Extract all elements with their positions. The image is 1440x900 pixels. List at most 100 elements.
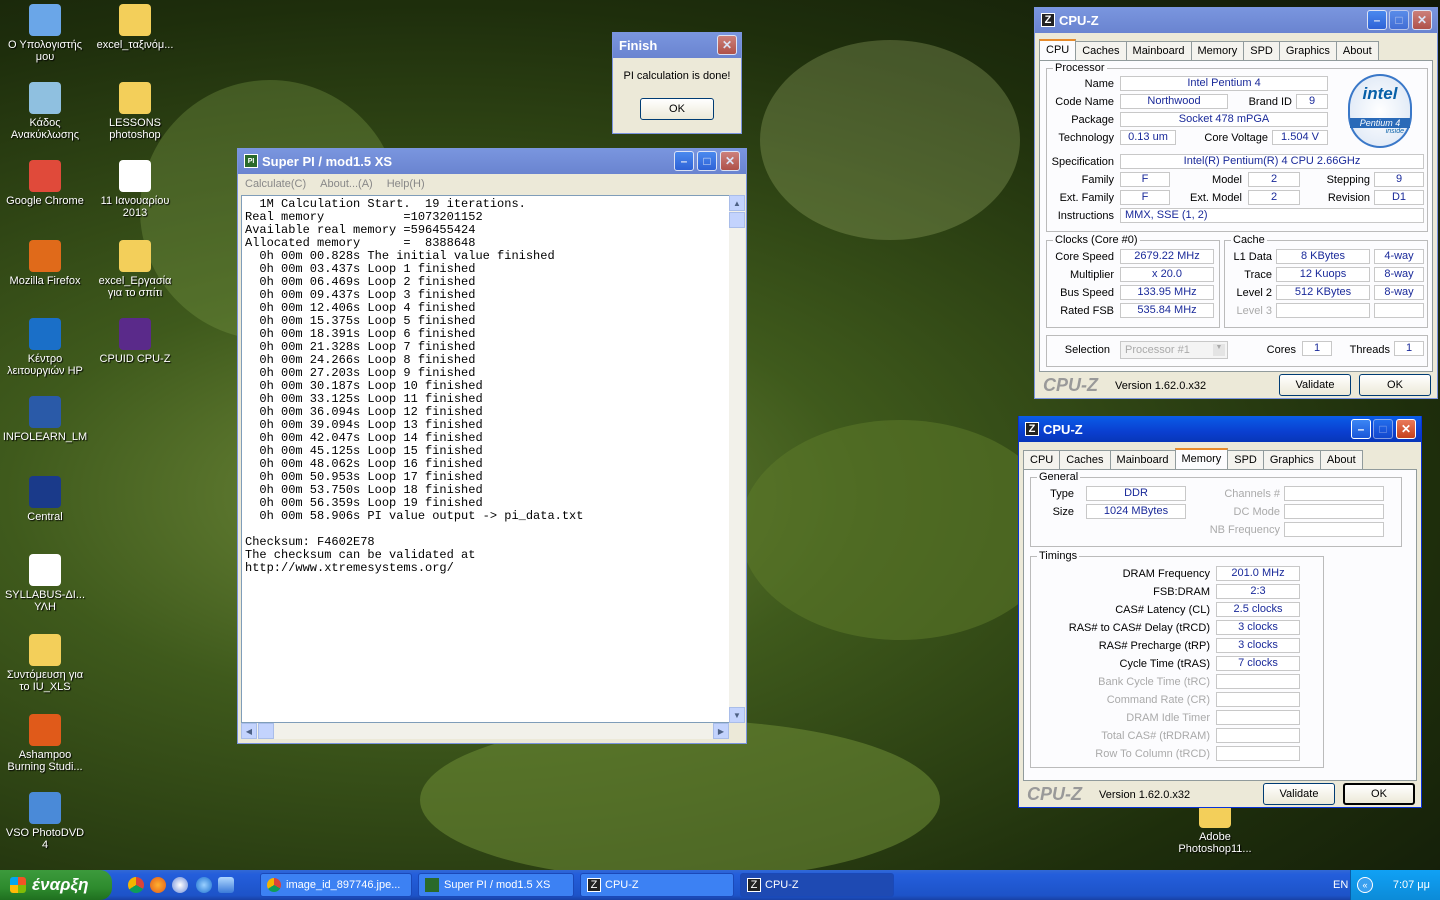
task-cpuz-1[interactable]: Z CPU-Z [580,873,734,897]
desktop-icon[interactable]: Συντόμευση για το IU_XLS [2,634,88,693]
vertical-scrollbar[interactable]: ▲ ▼ [729,195,745,723]
instructions-label: Instructions [1057,210,1114,222]
desktop-icon[interactable]: Κάδος Ανακύκλωσης [2,82,88,141]
revision-label: Revision [1327,192,1370,204]
desktop-icon[interactable]: CPUID CPU-Z [92,318,178,365]
scroll-right-icon[interactable]: ▶ [713,723,729,739]
timing-value: 2:3 [1216,584,1300,599]
desktop-icon-label: CPUID CPU-Z [99,353,171,365]
model-label: Model [1212,174,1242,186]
spec-label: Specification [1051,156,1114,168]
close-icon[interactable]: ✕ [717,35,737,55]
scroll-up-icon[interactable]: ▲ [729,195,745,211]
corevoltage-label: Core Voltage [1204,132,1268,144]
ok-button[interactable]: OK [640,98,714,120]
desktop-icon-label: VSO PhotoDVD 4 [5,827,85,851]
close-icon[interactable]: ✕ [1412,10,1432,30]
cpuz-icon: Z [587,878,601,892]
group-label: Clocks (Core #0) [1053,234,1140,246]
cpu-panel: Processor Name Intel Pentium 4 Code Name… [1039,60,1433,372]
desktop-icon-label: Mozilla Firefox [9,275,81,287]
tab-memory[interactable]: Memory [1174,448,1229,470]
firefox-icon[interactable] [150,877,166,893]
validate-button[interactable]: Validate [1263,783,1335,805]
logo-brand: intel [1362,84,1398,103]
internet-explorer-icon[interactable] [196,877,212,893]
maximize-icon[interactable]: □ [1389,10,1409,30]
tray-expand-icon[interactable]: « [1357,877,1373,893]
title-bar[interactable]: Finish ✕ [613,32,741,58]
timing-value [1216,710,1300,725]
processor-select[interactable]: Processor #1 ▼ [1120,341,1228,359]
dcmode-label: DC Mode [1233,506,1280,518]
timing-value [1216,746,1300,761]
task-cpuz-2[interactable]: Z CPU-Z [740,873,894,897]
tab-cpu[interactable]: CPU [1039,39,1077,61]
desktop-icon-label: Κέντρο λειτουργιών HP [7,353,83,377]
desktop-icon[interactable]: Mozilla Firefox [2,240,88,287]
family-label: Family [1081,174,1114,186]
desktop-icon[interactable]: Ο Υπολογιστής μου [2,4,88,63]
chrome-icon[interactable] [128,877,144,893]
maximize-icon[interactable]: □ [697,151,717,171]
l1data-value: 8 KBytes [1276,249,1370,264]
timing-value: 3 clocks [1216,638,1300,653]
foliage [760,40,1020,240]
close-icon[interactable]: ✕ [1396,419,1416,439]
desktop-icon[interactable]: 11 Ιανουαρίου 2013 [92,160,178,219]
scroll-thumb[interactable] [729,212,745,228]
scroll-left-icon[interactable]: ◀ [241,723,257,739]
timing-value [1216,728,1300,743]
cores-label: Cores [1266,344,1296,356]
start-button[interactable]: έναρξη [0,870,112,900]
foliage [740,420,1060,640]
desktop-icon[interactable]: Ashampoo Burning Studi... [2,714,88,773]
superpi-window: PI Super PI / mod1.5 XS – □ ✕ Calculate(… [237,148,747,744]
extfamily-value: F [1120,190,1170,205]
scroll-thumb[interactable] [258,723,274,739]
computer-icon [29,4,61,36]
desktop-icon-label: Συντόμευση για το IU_XLS [6,669,84,693]
title-bar[interactable]: Z CPU-Z – □ ✕ [1019,416,1421,442]
timing-value [1216,674,1300,689]
level3-value [1276,303,1370,318]
level2-label: Level 2 [1236,287,1272,299]
desktop-icon[interactable]: excel_Εργασία για το σπίτι [92,240,178,299]
desktop-icon[interactable]: Κέντρο λειτουργιών HP [2,318,88,377]
desktop-icon[interactable]: excel_ταξινόμ... [92,4,178,51]
ok-button[interactable]: OK [1359,374,1431,396]
start-label: έναρξη [32,875,89,894]
instructions-value: MMX, SSE (1, 2) [1120,208,1424,223]
trace-label: Trace [1244,269,1272,281]
title-bar[interactable]: Z CPU-Z – □ ✕ [1035,7,1437,33]
desktop-icon[interactable]: INFOLEARN_LM [2,396,88,443]
validate-button[interactable]: Validate [1279,374,1351,396]
close-icon[interactable]: ✕ [720,151,740,171]
menu-calculate[interactable]: Calculate(C) [238,178,313,190]
minimize-icon[interactable]: – [674,151,694,171]
scroll-down-icon[interactable]: ▼ [729,707,745,723]
desktop-icon[interactable]: Central [2,476,88,523]
corespeed-label: Core Speed [1055,251,1114,263]
media-player-icon[interactable] [172,877,188,893]
horizontal-scrollbar[interactable]: ◀ ▶ [241,723,729,739]
level2-value: 512 KBytes [1276,285,1370,300]
output-log[interactable]: 1M Calculation Start. 19 iterations. Rea… [241,195,730,723]
desktop-icon[interactable]: Google Chrome [2,160,88,207]
menu-about[interactable]: About...(A) [313,178,380,190]
desktop-icon[interactable]: LESSONS photoshop [92,82,178,141]
maximize-icon[interactable]: □ [1373,419,1393,439]
firefox-icon [29,240,61,272]
minimize-icon[interactable]: – [1351,419,1371,439]
minimize-icon[interactable]: – [1367,10,1387,30]
task-browser[interactable]: image_id_897746.jpe... [260,873,412,897]
show-desktop-icon[interactable] [218,877,234,893]
menu-help[interactable]: Help(H) [380,178,432,190]
type-label: Type [1050,488,1074,500]
title-bar[interactable]: PI Super PI / mod1.5 XS – □ ✕ [238,148,746,174]
task-superpi[interactable]: Super PI / mod1.5 XS [418,873,574,897]
ok-button[interactable]: OK [1343,783,1415,805]
desktop-icon[interactable]: VSO PhotoDVD 4 [2,792,88,851]
language-indicator[interactable]: EN [1333,879,1348,891]
desktop-icon[interactable]: SYLLABUS-ΔΙ... ΥΛΗ [2,554,88,613]
